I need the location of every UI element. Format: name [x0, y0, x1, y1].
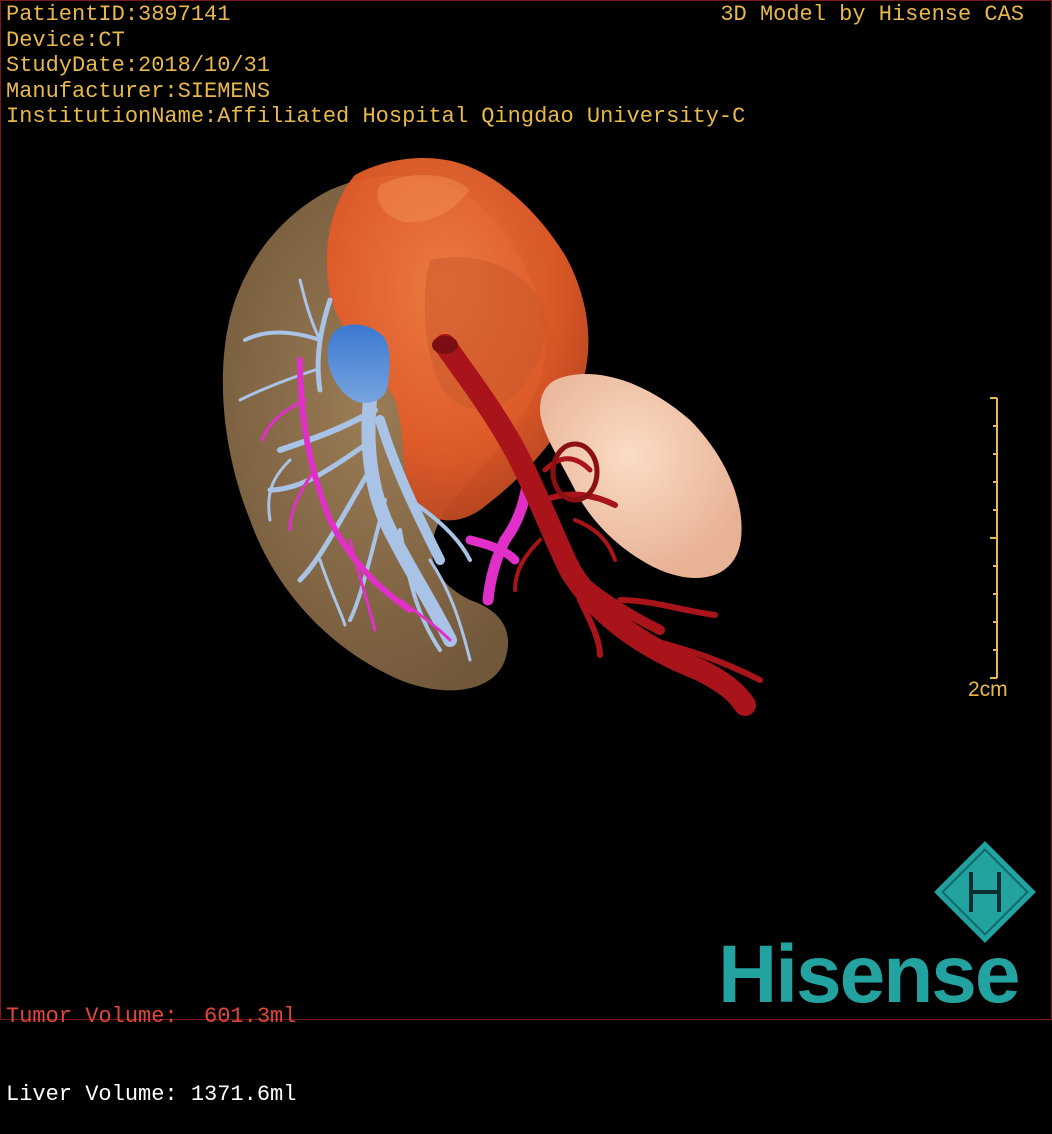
scale-bar-label: 2cm — [968, 678, 1008, 701]
hisense-cube-icon — [934, 841, 1036, 943]
artery-top-end — [432, 336, 458, 354]
tumor-volume-text: Tumor Volume: 601.3ml — [6, 1004, 297, 1029]
institution-text: InstitutionName:Affiliated Hospital Qing… — [6, 104, 746, 129]
study-date-text: StudyDate:2018/10/31 — [6, 53, 271, 78]
model-credit-text: 3D Model by Hisense CAS — [720, 2, 1024, 27]
hisense-logo: Hisense — [718, 929, 1021, 1020]
scale-bar — [990, 397, 998, 679]
manufacturer-text: Manufacturer:SIEMENS — [6, 78, 271, 104]
patient-info-overlay: PatientID:3897141 Device:CT StudyDate:20… — [6, 2, 745, 130]
liver-volume-text: Liver Volume: 1371.6ml — [6, 1082, 297, 1107]
volume-readout: Tumor Volume: 601.3ml Liver Volume: 1371… — [6, 952, 296, 1134]
device-text: Device:CT — [6, 27, 125, 53]
patient-id-text: PatientID:3897141 — [6, 2, 231, 27]
3d-model-viewport[interactable] — [0, 0, 1052, 1020]
